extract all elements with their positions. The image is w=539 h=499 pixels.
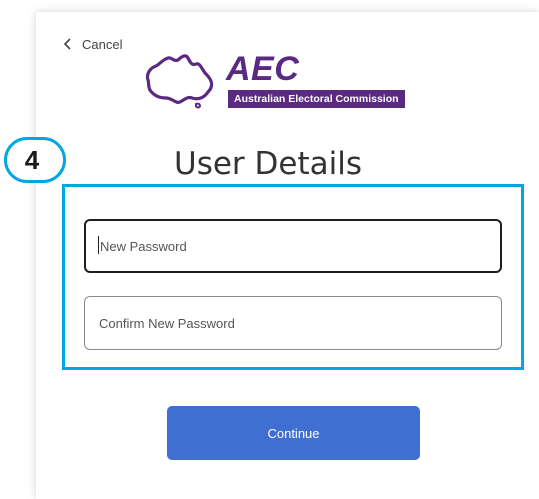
continue-button[interactable]: Continue (167, 406, 420, 460)
new-password-input[interactable] (84, 219, 502, 273)
confirm-password-input[interactable] (84, 296, 502, 350)
text-caret (98, 236, 99, 254)
step-badge: 4 (4, 137, 66, 183)
page-title: User Details (174, 146, 362, 182)
chevron-left-icon (63, 38, 71, 50)
australia-map-icon (145, 54, 214, 109)
logo-abbrev: AEC (226, 50, 300, 88)
cancel-label: Cancel (82, 36, 123, 52)
page-margin (0, 0, 36, 499)
step-number: 4 (24, 144, 40, 175)
aec-logo: AEC Australian Electoral Commission (142, 50, 452, 112)
cancel-link[interactable]: Cancel (60, 36, 122, 52)
page: Cancel AEC Australian Electoral Commissi… (0, 0, 539, 499)
logo-full-name: Australian Electoral Commission (228, 90, 405, 108)
